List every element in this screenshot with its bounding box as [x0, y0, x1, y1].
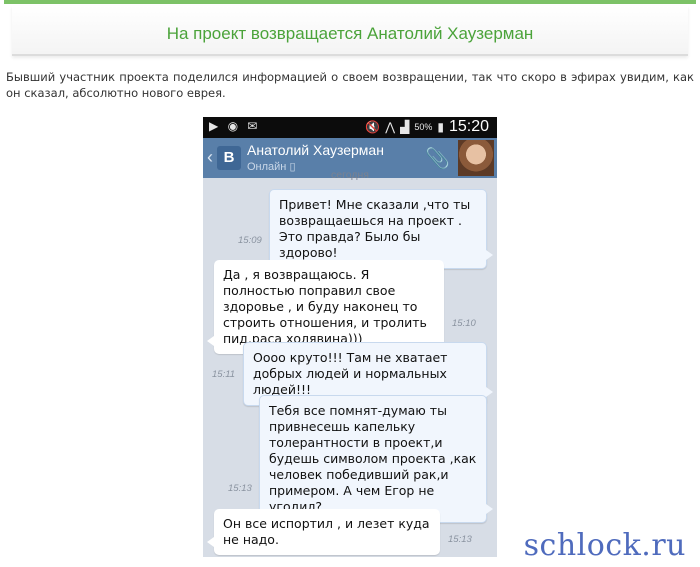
vk-logo[interactable]: B	[217, 146, 241, 170]
play-icon: ▶	[209, 119, 219, 133]
message-bubble[interactable]: Да , я возвращаюсь. Я полностью поправил…	[207, 260, 444, 354]
message-time: 15:13	[228, 483, 252, 494]
status-bar: ▶ ◉ ✉ 🔇 ⋀ ▟ 50% ▮ 15:20	[203, 117, 497, 138]
message-time: 15:11	[212, 369, 236, 380]
wifi-icon: ⋀	[385, 120, 396, 134]
message-bubble[interactable]: Тебя все помнят-думаю ты привнесешь капе…	[259, 395, 493, 523]
signal-icon: ▟	[400, 120, 410, 134]
email-icon: ✉	[247, 119, 258, 133]
back-chevron-icon[interactable]: ‹	[207, 147, 213, 168]
message-time: 15:13	[448, 534, 472, 545]
burger-app-icon: ◉	[227, 119, 239, 133]
intro-text: Бывший участник проекта поделился информ…	[6, 70, 694, 100]
top-border	[4, 0, 696, 4]
battery-level: 50%	[414, 122, 433, 132]
watermark: schlock.ru	[523, 528, 686, 563]
paperclip-icon[interactable]: 📎	[425, 146, 450, 171]
message-bubble[interactable]: Он все испортил , и лезет куда не надо.	[207, 509, 440, 555]
status-time: 15:20	[448, 118, 489, 135]
date-separator: сегодня	[331, 169, 369, 181]
battery-icon: ▮	[437, 120, 444, 134]
mute-icon: 🔇	[365, 120, 381, 134]
message-time: 15:09	[238, 235, 262, 246]
message-bubble[interactable]: Привет! Мне сказали ,что ты возвращаешьс…	[269, 189, 493, 269]
contact-name[interactable]: Анатолий Хаузерман	[247, 142, 384, 158]
title-box: На проект возвращается Анатолий Хаузерма…	[12, 6, 688, 56]
page-title: На проект возвращается Анатолий Хаузерма…	[166, 24, 534, 43]
message-time: 15:10	[452, 318, 476, 329]
phone-screenshot: ▶ ◉ ✉ 🔇 ⋀ ▟ 50% ▮ 15:20 ‹ B Анатолий Хау…	[203, 117, 497, 557]
